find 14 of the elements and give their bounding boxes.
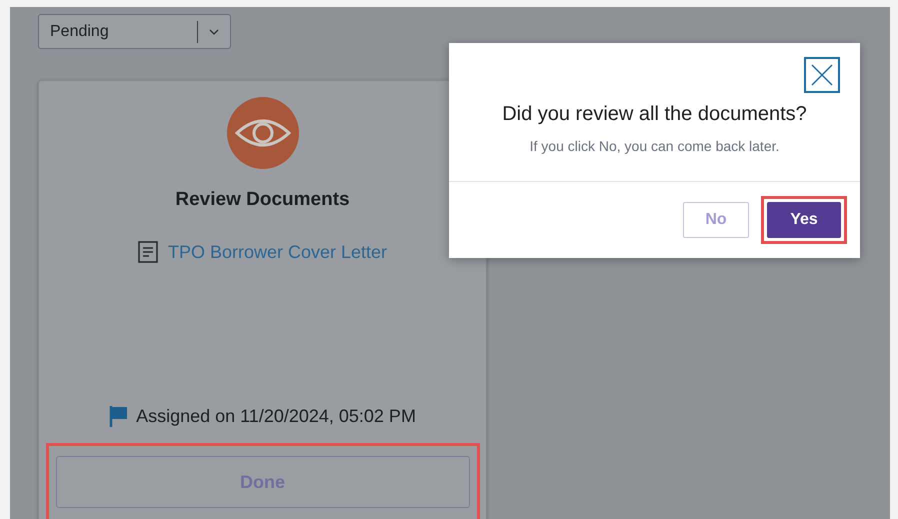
chevron-down-icon [208, 28, 220, 36]
document-link[interactable]: TPO Borrower Cover Letter [168, 242, 388, 262]
close-button[interactable] [804, 57, 840, 93]
document-icon [138, 241, 158, 263]
status-dropdown[interactable]: Pending [38, 14, 231, 49]
task-title: Review Documents [175, 189, 350, 211]
flag-icon [109, 405, 128, 427]
close-icon [810, 63, 834, 87]
dialog-message: If you click No, you can come back later. [530, 138, 780, 154]
dialog-title: Did you review all the documents? [502, 103, 807, 126]
cancel-button[interactable]: No [683, 202, 749, 238]
eye-icon [226, 97, 298, 169]
assigned-date: Assigned on 11/20/2024, 05:02 PM [136, 406, 416, 426]
confirm-button[interactable]: Yes [767, 202, 841, 238]
